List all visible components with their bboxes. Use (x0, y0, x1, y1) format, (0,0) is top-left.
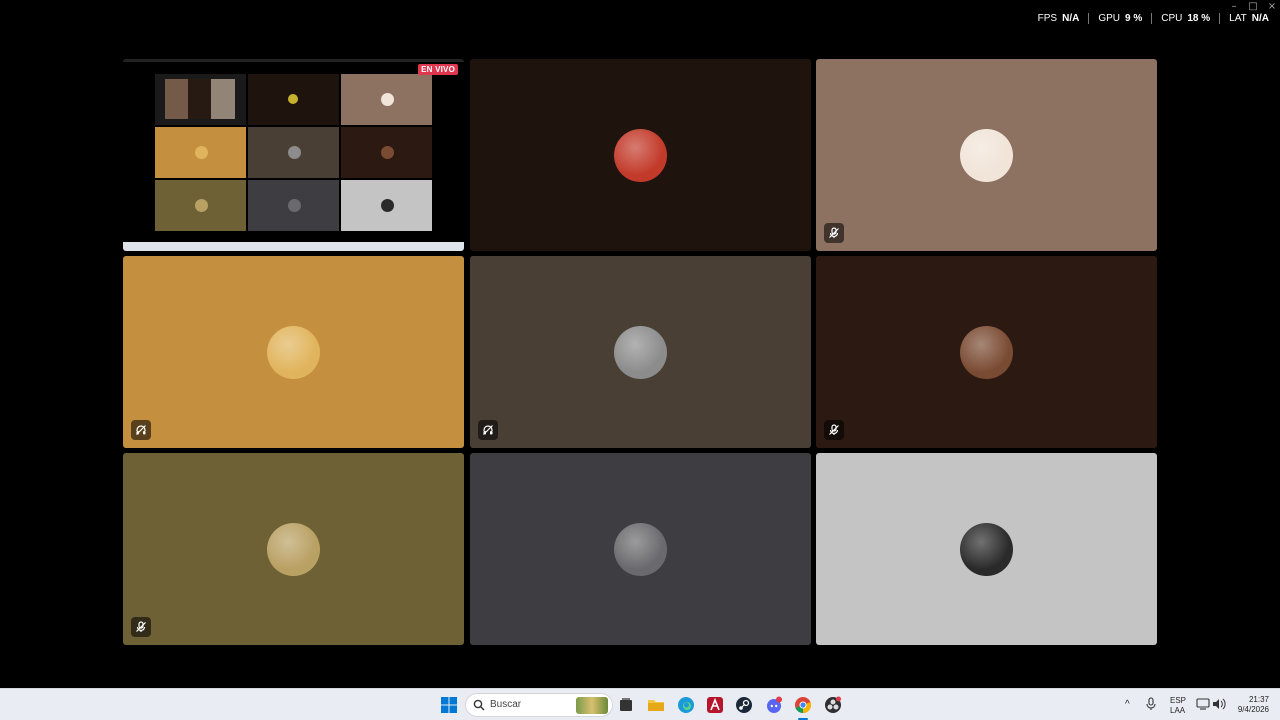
chrome-icon[interactable] (794, 696, 812, 720)
task-view-icon[interactable] (617, 696, 635, 714)
participant-tile[interactable] (816, 256, 1157, 448)
participant-tile[interactable] (816, 453, 1157, 645)
stat-value: N/A (1251, 13, 1269, 24)
avatar (267, 523, 320, 576)
participant-tile[interactable] (470, 453, 811, 645)
participant-tile[interactable] (470, 256, 811, 448)
preview-tile (248, 74, 339, 125)
avatar (960, 523, 1013, 576)
stat-value: N/A (1062, 13, 1080, 24)
stream-preview-grid (155, 74, 432, 231)
language-label: ESP (1170, 696, 1187, 705)
avatar (614, 129, 667, 182)
stat-label: FPS (1037, 13, 1058, 24)
clock[interactable]: 21:37 9/4/2026 (1233, 695, 1269, 715)
avatar (614, 326, 667, 379)
stream-top-bar (123, 59, 464, 62)
stat-value: 18 % (1187, 13, 1211, 24)
stat-divider (1151, 13, 1153, 24)
stat-label: LAT (1229, 13, 1247, 24)
performance-overlay: FPS N/A GPU 9 % CPU 18 % LAT N/A (1038, 12, 1269, 26)
gpu-stat: GPU 9 % (1098, 12, 1142, 26)
stat-label: CPU (1161, 13, 1183, 24)
clock-date: 9/4/2026 (1237, 705, 1269, 714)
search-placeholder: Buscar (490, 699, 522, 710)
preview-tile (341, 180, 432, 231)
stat-value: 9 % (1125, 13, 1143, 24)
network-icon[interactable] (1196, 698, 1210, 713)
avatar (267, 326, 320, 379)
muted-mic-icon (131, 617, 151, 637)
muted-mic-icon (824, 420, 844, 440)
latency-stat: LAT N/A (1229, 12, 1269, 26)
participant-tile[interactable] (123, 256, 464, 448)
stat-divider (1088, 13, 1090, 24)
fps-stat: FPS N/A (1038, 12, 1080, 26)
participant-tile[interactable] (470, 59, 811, 251)
app-a-icon[interactable] (706, 696, 724, 714)
preview-tile (341, 127, 432, 178)
preview-tile (248, 180, 339, 231)
avatar (960, 129, 1013, 182)
chevron-up-icon[interactable]: ^ (1125, 700, 1130, 710)
steam-icon[interactable] (735, 696, 753, 714)
obs-icon[interactable] (824, 696, 842, 714)
call-window: – □ × FPS N/A GPU 9 % CPU 18 % LAT N/A EN VI… (0, 0, 1280, 688)
preview-tile (155, 127, 246, 178)
preview-tile (155, 180, 246, 231)
stat-label: GPU (1098, 13, 1120, 24)
clock-time: 21:37 (1248, 695, 1269, 704)
preview-tile (341, 74, 432, 125)
avatar (960, 326, 1013, 379)
language-indicator[interactable]: ESP LAA (1170, 696, 1186, 716)
discord-icon[interactable] (765, 696, 783, 714)
taskbar-search-box[interactable]: Buscar (465, 693, 613, 717)
stream-tile[interactable]: EN VIVO (123, 59, 464, 251)
taskbar: Buscar ^ ESP LAA 21:37 9/4/2026 (0, 688, 1280, 720)
preview-tile (248, 127, 339, 178)
preview-tile (155, 74, 246, 125)
muted-mic-icon (824, 223, 844, 243)
search-icon (473, 699, 485, 711)
stat-divider (1219, 13, 1221, 24)
microphone-icon[interactable] (1145, 697, 1157, 714)
keyboard-layout-label: LAA (1170, 706, 1186, 715)
avatar (614, 523, 667, 576)
cpu-stat: CPU 18 % (1161, 12, 1210, 26)
participant-tile[interactable] (816, 59, 1157, 251)
volume-icon[interactable] (1212, 698, 1226, 713)
stream-preview-taskbar (123, 242, 464, 251)
edge-browser-icon[interactable] (677, 696, 695, 714)
search-highlight-image (576, 697, 608, 714)
windows-start-icon[interactable] (440, 696, 458, 714)
file-explorer-icon[interactable] (647, 696, 665, 714)
deafened-icon (478, 420, 498, 440)
participant-tile[interactable] (123, 453, 464, 645)
live-badge: EN VIVO (418, 64, 458, 75)
deafened-icon (131, 420, 151, 440)
